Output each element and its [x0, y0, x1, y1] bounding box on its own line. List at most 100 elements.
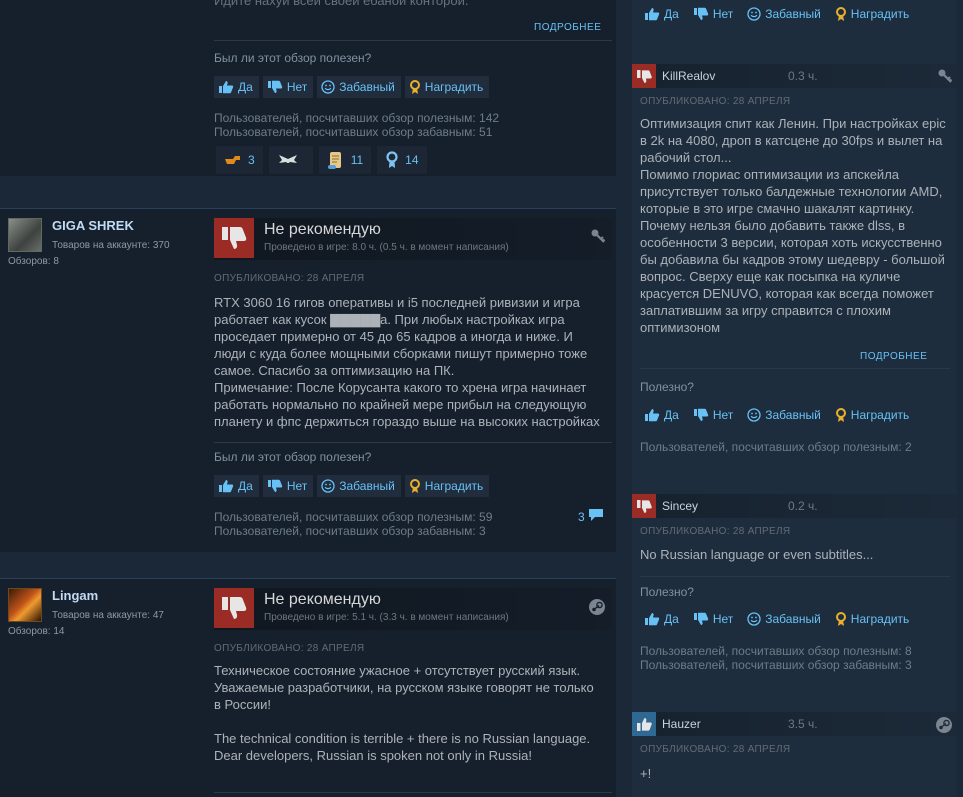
award-item[interactable]: 14	[377, 146, 427, 174]
divider	[0, 208, 616, 209]
helpful-count: Пользователей, посчитавших обзор полезны…	[640, 440, 912, 454]
thumbs-down-icon	[222, 597, 247, 619]
author-name[interactable]: KillRealov	[662, 69, 715, 83]
author-games[interactable]: Товаров на аккаунте: 370	[52, 240, 170, 251]
award-count: 3	[248, 153, 255, 167]
award-button[interactable]: Наградить	[831, 608, 916, 630]
smiley-icon	[747, 408, 761, 422]
award-label: Наградить	[850, 408, 910, 422]
review-verdict[interactable]: Не рекомендую Проведено в игре: 8.0 ч. (…	[214, 218, 612, 260]
short-review-card: Sincey 0.2 ч. ОПУБЛИКОВАНО: 28 АПРЕЛЯ No…	[632, 494, 957, 684]
comments-link[interactable]: 3	[578, 508, 604, 525]
vote-yes-label: Да	[664, 7, 679, 21]
verdict-title: Не рекомендую	[264, 221, 381, 238]
avatar[interactable]	[8, 218, 42, 252]
vote-no-button[interactable]: Нет	[262, 475, 314, 497]
vote-funny-button[interactable]: Забавный	[743, 404, 827, 426]
vote-no-button[interactable]: Нет	[689, 608, 739, 630]
divider	[214, 442, 612, 443]
review-separator	[0, 176, 616, 208]
vote-yes-button[interactable]: Да	[214, 76, 259, 98]
posted-date: ОПУБЛИКОВАНО: 28 АПРЕЛЯ	[640, 744, 791, 755]
medal-award-icon	[385, 151, 399, 169]
award-button[interactable]: Наградить	[831, 3, 916, 25]
vote-funny-button[interactable]: Забавный	[317, 475, 401, 497]
funny-count: Пользователей, посчитавших обзор забавны…	[214, 125, 493, 139]
thumbs-down-icon	[693, 408, 709, 422]
author-name[interactable]: Hauzer	[662, 717, 701, 731]
hours-played: 3.5 ч.	[788, 717, 818, 731]
read-more-link[interactable]: ПОДРОБНЕЕ	[860, 351, 927, 362]
short-review-card: Hauzer 3.5 ч. ОПУБЛИКОВАНО: 28 АПРЕЛЯ +!	[632, 712, 957, 797]
vote-yes-button[interactable]: Да	[214, 475, 259, 497]
thumbs-down-badge	[632, 494, 656, 518]
thumbs-down-badge	[632, 64, 656, 88]
award-item[interactable]: 11	[318, 146, 372, 174]
helpful-count: Пользователей, посчитавших обзор полезны…	[214, 111, 500, 125]
vote-buttons: Да Нет Забавный Наградить	[214, 76, 490, 98]
review-header[interactable]: Sincey 0.2 ч.	[632, 494, 957, 518]
review-text-fade: Идите нахуй всей своей ебаной конторой.	[214, 0, 469, 8]
award-count: 11	[350, 153, 364, 167]
vote-funny-label: Забавный	[765, 7, 821, 21]
divider	[640, 576, 950, 577]
vote-yes-button[interactable]: Да	[640, 608, 685, 630]
award-button[interactable]: Наградить	[404, 76, 490, 98]
helpful-question: Был ли этот обзор полезен?	[214, 450, 372, 464]
helpful-question: Был ли этот обзор полезен?	[214, 51, 372, 65]
thumbs-down-icon	[267, 479, 283, 493]
review-stats: Пользователей, посчитавших обзор полезны…	[214, 510, 492, 538]
author-name[interactable]: GIGA SHREK	[52, 218, 134, 233]
award-icon	[409, 478, 421, 494]
divider	[214, 40, 612, 41]
reviews-column: Идите нахуй всей своей ебаной конторой. …	[0, 0, 616, 797]
review-header[interactable]: Hauzer 3.5 ч.	[632, 712, 957, 736]
short-review-card: KillRealov 0.3 ч. ОПУБЛИКОВАНО: 28 АПРЕЛ…	[632, 64, 957, 464]
hand-point-award-icon	[224, 153, 242, 167]
read-more-link[interactable]: ПОДРОБНЕЕ	[534, 22, 601, 33]
vote-no-label: Нет	[712, 612, 734, 626]
vote-yes-label: Да	[238, 80, 253, 94]
thumbs-up-badge	[632, 712, 656, 736]
vote-yes-button[interactable]: Да	[640, 3, 685, 25]
thumbs-up-icon	[218, 80, 234, 94]
avatar[interactable]	[8, 588, 42, 622]
author-games[interactable]: Товаров на аккаунте: 47	[52, 610, 164, 621]
vote-funny-button[interactable]: Забавный	[743, 3, 827, 25]
vote-yes-button[interactable]: Да	[640, 404, 685, 426]
review-separator	[0, 552, 616, 578]
vote-no-label: Нет	[286, 80, 308, 94]
vote-buttons: Да Нет Забавный Наградить	[640, 608, 915, 630]
review-text: Оптимизация спит как Ленин. При настройк…	[640, 116, 946, 335]
award-item[interactable]	[268, 146, 313, 174]
award-label: Наградить	[850, 612, 910, 626]
review-text: +!	[640, 766, 652, 781]
vote-funny-label: Забавный	[765, 408, 821, 422]
vote-yes-label: Да	[664, 408, 679, 422]
review-header[interactable]: KillRealov 0.3 ч.	[632, 64, 957, 88]
award-button[interactable]: Наградить	[404, 475, 490, 497]
vote-no-button[interactable]: Нет	[689, 404, 739, 426]
thumbs-down-icon	[637, 69, 652, 83]
review-card: GIGA SHREK Товаров на аккаунте: 370 Обзо…	[0, 208, 616, 552]
author-name[interactable]: Sincey	[662, 499, 698, 513]
vote-no-button[interactable]: Нет	[262, 76, 314, 98]
review-verdict[interactable]: Не рекомендую Проведено в игре: 5.1 ч. (…	[214, 588, 612, 630]
review-card: Идите нахуй всей своей ебаной конторой. …	[0, 0, 616, 176]
hours-played: 0.2 ч.	[788, 499, 818, 513]
wings-award-icon	[277, 153, 299, 167]
author-reviews[interactable]: Обзоров: 14	[8, 626, 64, 637]
thumbs-down-icon	[222, 227, 247, 249]
vote-no-button[interactable]: Нет	[689, 3, 739, 25]
vote-funny-button[interactable]: Забавный	[317, 76, 401, 98]
vote-yes-label: Да	[238, 479, 253, 493]
author-reviews[interactable]: Обзоров: 8	[8, 256, 59, 267]
vote-funny-button[interactable]: Забавный	[743, 608, 827, 630]
hours-played: Проведено в игре: 8.0 ч. (0.5 ч. в момен…	[264, 242, 509, 253]
award-button[interactable]: Наградить	[831, 404, 916, 426]
award-item[interactable]: 3	[216, 146, 263, 174]
posted-date: ОПУБЛИКОВАНО: 28 АПРЕЛЯ	[640, 96, 791, 107]
author-name[interactable]: Lingam	[52, 588, 98, 603]
award-label: Наградить	[424, 479, 484, 493]
vote-no-label: Нет	[286, 479, 308, 493]
